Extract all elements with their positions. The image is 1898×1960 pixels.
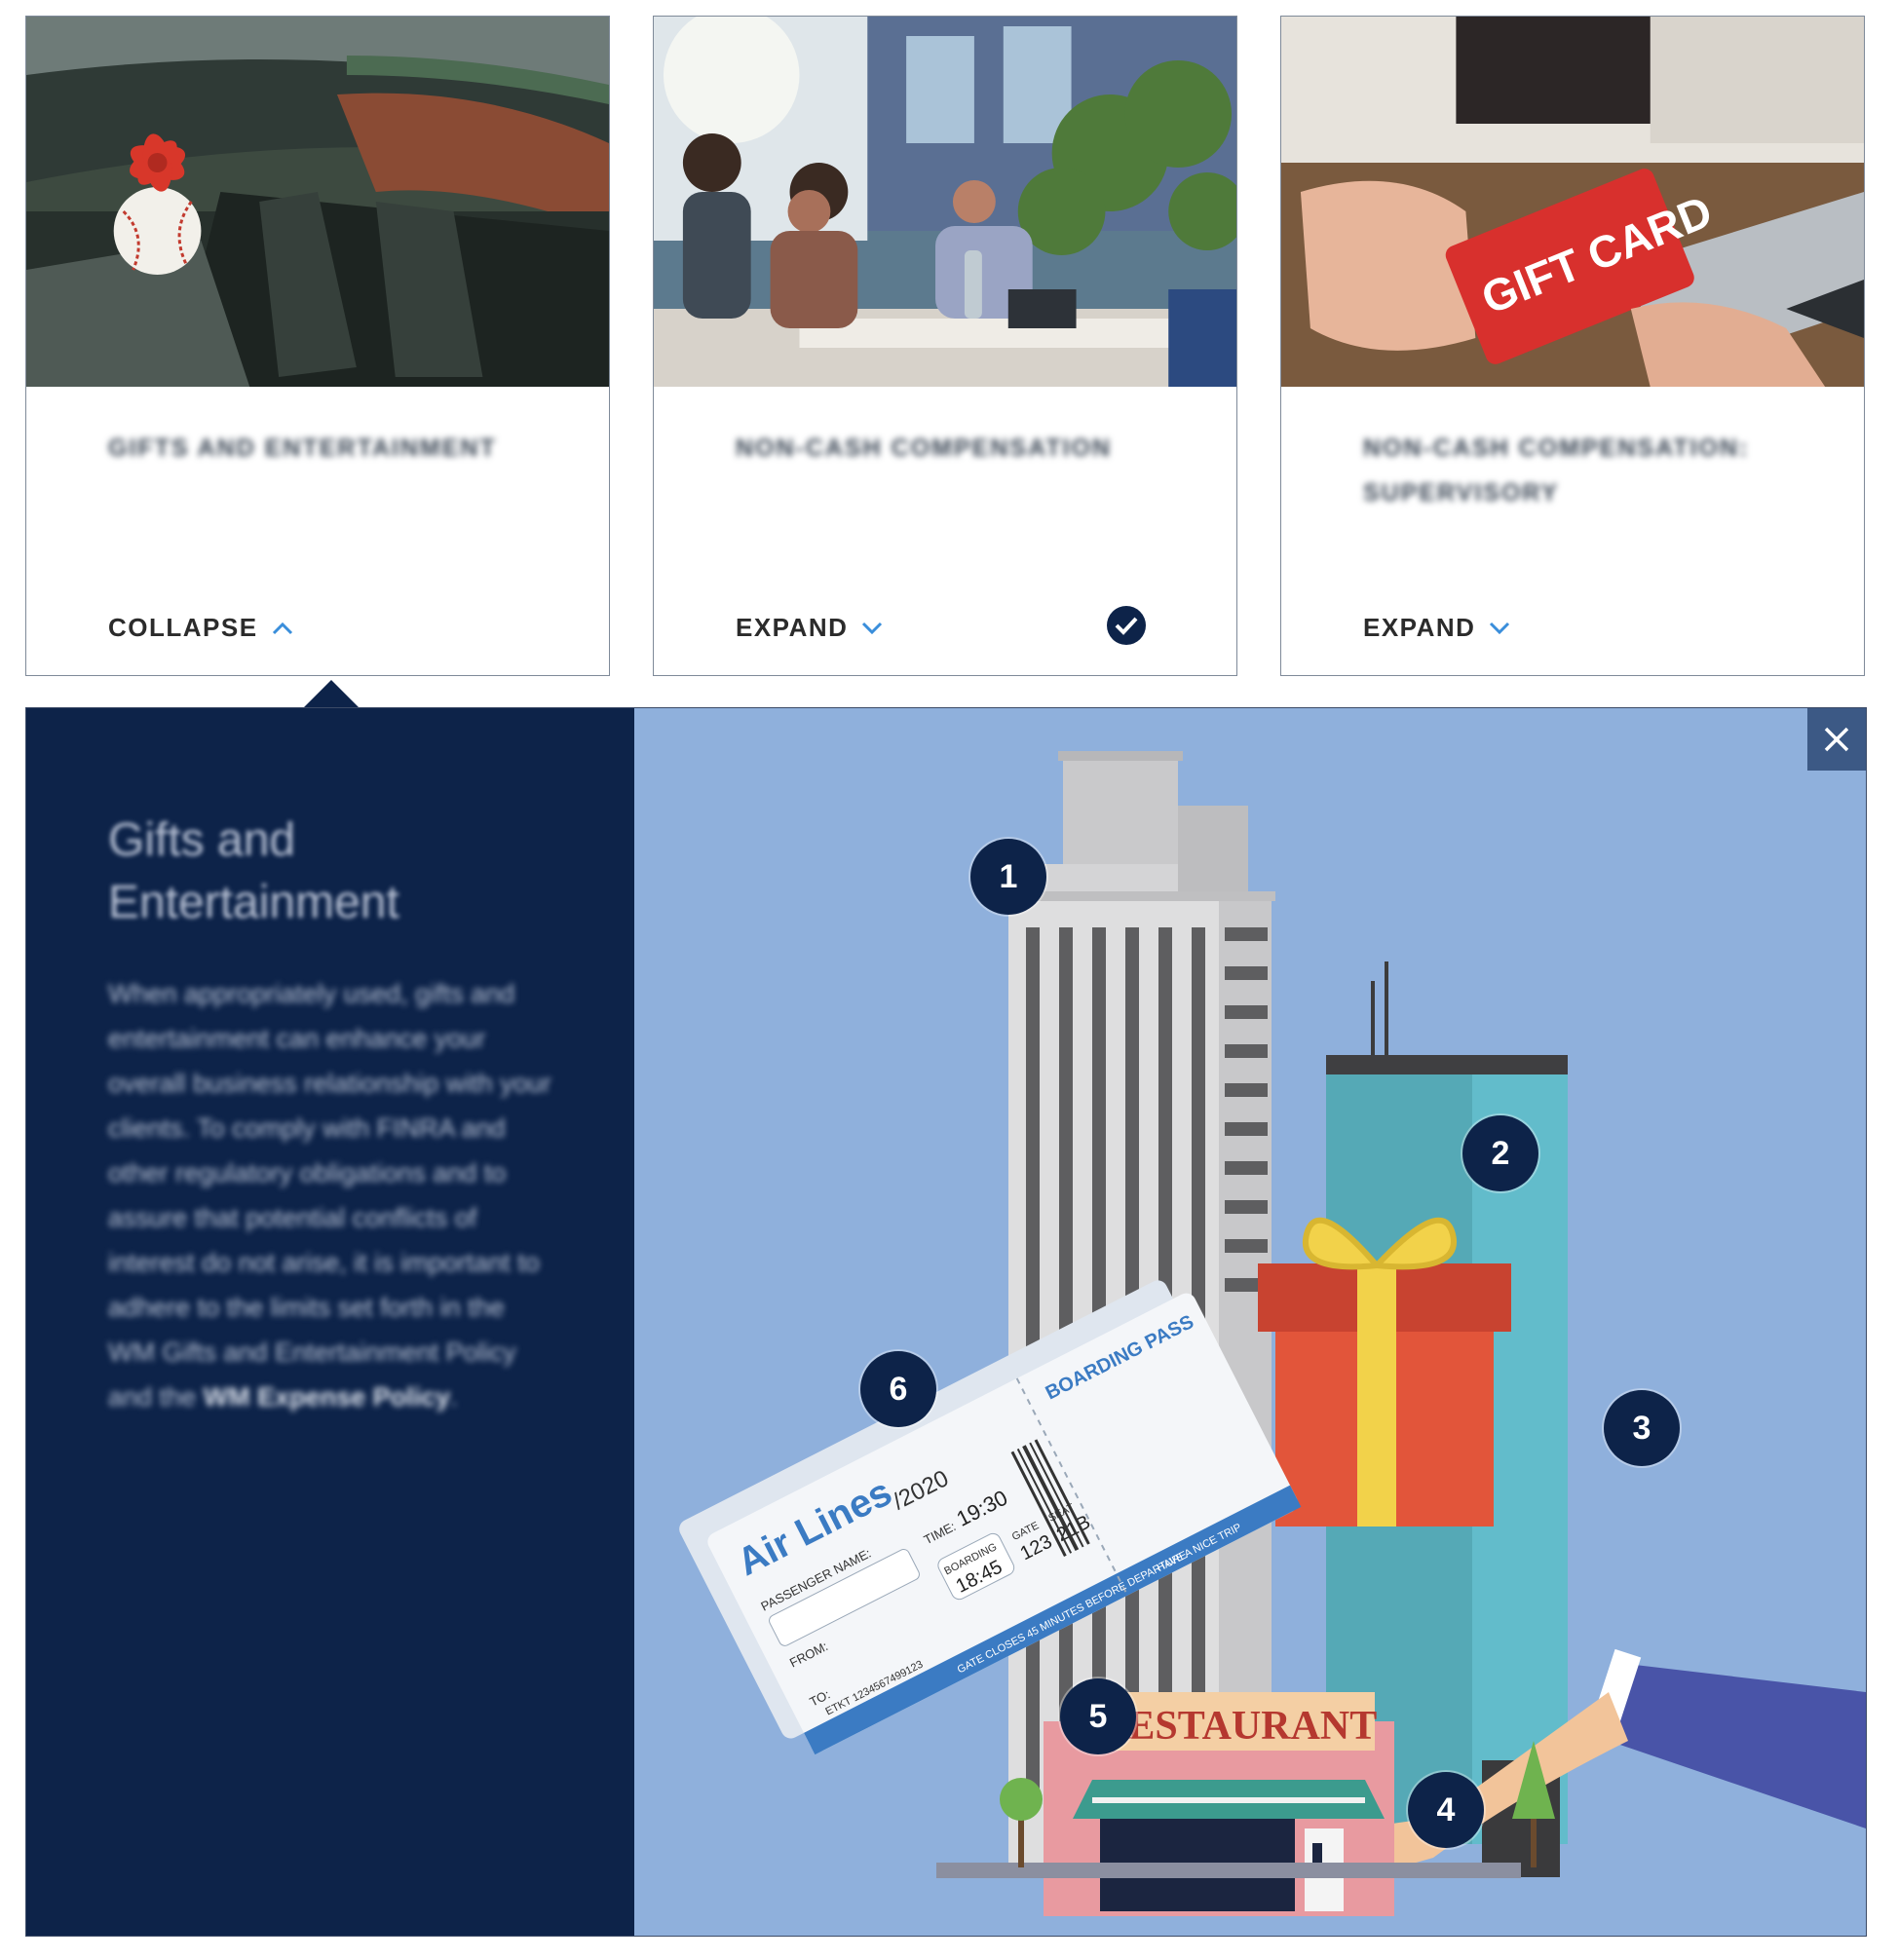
expand-label: EXPAND (1363, 613, 1476, 642)
gift-box (1258, 1217, 1511, 1527)
stadium-baseball-photo (26, 17, 609, 387)
hotspot-2[interactable]: 2 (1462, 1115, 1538, 1191)
gift-card-photo: GIFT CARD (1281, 17, 1864, 387)
panel-pointer (304, 680, 359, 707)
hotspot-6[interactable]: 6 (860, 1351, 936, 1427)
collapse-button[interactable]: COLLAPSE (108, 613, 293, 643)
collapse-label: COLLAPSE (108, 613, 258, 642)
card-gifts-entertainment[interactable]: Gifts and Entertainment COLLAPSE (25, 16, 610, 676)
hotspot-3[interactable]: 3 (1604, 1390, 1680, 1466)
panel-heading: Gifts and Entertainment (108, 814, 399, 928)
card-non-cash-compensation[interactable]: Non-Cash Compensation EXPAND (653, 16, 1237, 676)
gifts-entertainment-illustration: Air Lines BOARDING PASS PASSENGER NAME: … (679, 751, 1866, 1916)
expense-policy-link[interactable]: WM Expense Policy (204, 1382, 451, 1412)
hotspot-5[interactable]: 5 (1060, 1678, 1136, 1754)
expand-label: EXPAND (736, 613, 849, 642)
expand-button[interactable]: EXPAND (736, 613, 883, 643)
card-title: Gifts and Entertainment (108, 434, 497, 462)
hotspot-4[interactable]: 4 (1408, 1772, 1484, 1848)
chevron-down-icon (1490, 622, 1510, 634)
expanded-panel: Gifts and Entertainment When appropriate… (25, 707, 1867, 1937)
card-title: Non-Cash Compensation: Supervisory (1363, 434, 1750, 507)
chevron-up-icon (272, 622, 292, 634)
panel-text-column: Gifts and Entertainment When appropriate… (26, 708, 634, 1936)
card-non-cash-compensation-supervisory[interactable]: GIFT CARD Non-Cash Compensation: Supervi… (1280, 16, 1865, 676)
restaurant-sign: RESTAURANT (1098, 1704, 1377, 1749)
panel-body: When appropriately used, gifts and enter… (108, 979, 551, 1412)
chevron-down-icon (862, 622, 883, 634)
office-meeting-photo (654, 17, 1236, 387)
expand-button[interactable]: EXPAND (1363, 613, 1510, 643)
card-title: Non-Cash Compensation (736, 434, 1112, 462)
panel-body-text: When appropriately used, gifts and enter… (108, 979, 551, 1412)
close-button[interactable] (1807, 708, 1866, 771)
illustration-area: Air Lines BOARDING PASS PASSENGER NAME: … (634, 708, 1866, 1936)
close-icon (1824, 727, 1849, 752)
check-circle-icon (1107, 606, 1146, 645)
hotspot-1[interactable]: 1 (970, 839, 1046, 915)
